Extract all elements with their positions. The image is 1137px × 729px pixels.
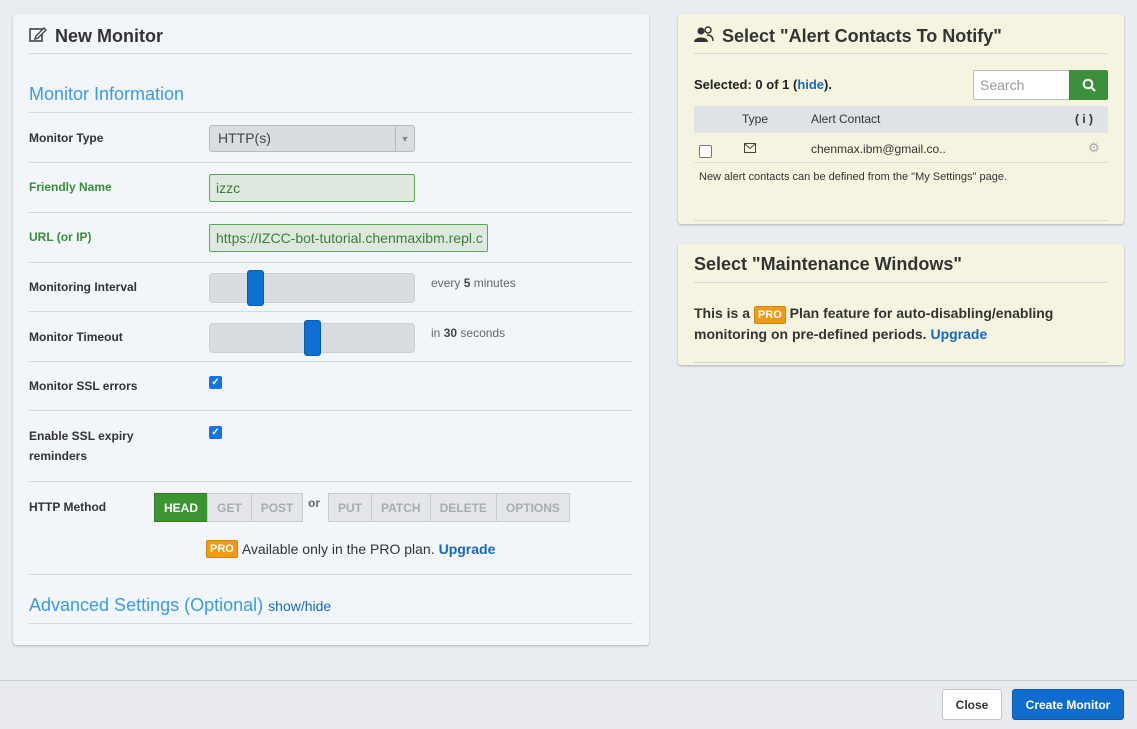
- divider: [29, 212, 633, 213]
- column-type: Type: [742, 112, 769, 126]
- method-put-button[interactable]: PUT: [328, 493, 372, 522]
- pro-note-text: Available only in the PRO plan.: [241, 541, 435, 557]
- timeout-slider[interactable]: [209, 320, 415, 356]
- ssl-expiry-label-line2: reminders: [29, 449, 88, 463]
- maintenance-title: Select "Maintenance Windows": [694, 254, 962, 274]
- timeout-value: 30: [443, 326, 458, 340]
- panel-title-text: New Monitor: [55, 26, 163, 46]
- method-post-button[interactable]: POST: [250, 493, 304, 522]
- contact-email: chenmax.ibm@gmail.co..: [811, 142, 946, 156]
- column-alert-contact: Alert Contact: [811, 112, 881, 126]
- panel-title: New Monitor: [29, 26, 163, 47]
- http-method-group-standard: HEAD GET POST: [154, 493, 304, 522]
- divider: [694, 282, 1108, 283]
- divider: [29, 361, 633, 362]
- upgrade-link[interactable]: Upgrade: [930, 326, 987, 342]
- url-input[interactable]: https://IZCC-bot-tutorial.chenmaxibm.rep…: [209, 224, 488, 252]
- divider: [29, 481, 633, 482]
- interval-value: 5: [463, 276, 471, 290]
- divider: [29, 574, 633, 575]
- selected-suffix: ).: [824, 77, 832, 92]
- section-title: Monitor Information: [29, 84, 185, 104]
- ssl-errors-label: Monitor SSL errors: [29, 379, 138, 393]
- divider: [29, 112, 633, 113]
- ssl-errors-checkbox[interactable]: ✓: [209, 376, 222, 389]
- interval-unit: minutes: [473, 276, 516, 290]
- upgrade-link[interactable]: Upgrade: [439, 541, 496, 557]
- create-monitor-button[interactable]: Create Monitor: [1012, 689, 1124, 720]
- method-options-button[interactable]: OPTIONS: [495, 493, 570, 522]
- monitor-type-select[interactable]: HTTP(s) ▼: [209, 125, 415, 152]
- http-method-group-pro: PUT PATCH DELETE OPTIONS: [328, 493, 570, 522]
- monitor-type-label: Monitor Type: [29, 131, 104, 145]
- divider: [29, 262, 633, 263]
- selected-count: Selected: 0 of 1 (hide).: [694, 77, 832, 92]
- timeout-note: in 30 seconds: [431, 326, 505, 340]
- close-button[interactable]: Close: [942, 689, 1002, 720]
- advanced-settings-title: Advanced Settings (Optional) show/hide: [29, 595, 331, 616]
- timeout-label: Monitor Timeout: [29, 330, 123, 344]
- selected-prefix: Selected: 0 of 1 (: [694, 77, 798, 92]
- new-monitor-panel: New Monitor Monitor Information Monitor …: [13, 14, 649, 645]
- method-head-button[interactable]: HEAD: [154, 493, 209, 522]
- search-button[interactable]: [1069, 70, 1108, 100]
- contact-checkbox[interactable]: [699, 145, 712, 158]
- divider: [29, 311, 633, 312]
- timeout-slider-handle[interactable]: [304, 320, 321, 356]
- timeout-prefix: in: [431, 326, 441, 340]
- divider: [694, 53, 1108, 54]
- interval-label: Monitoring Interval: [29, 280, 137, 294]
- info-icon[interactable]: ( i ): [1075, 112, 1093, 126]
- interval-slider-handle[interactable]: [247, 270, 264, 306]
- divider: [29, 53, 633, 54]
- divider: [694, 362, 1108, 363]
- interval-note: every 5 minutes: [431, 276, 516, 290]
- alert-contacts-panel: Select "Alert Contacts To Notify" Select…: [678, 14, 1124, 224]
- method-delete-button[interactable]: DELETE: [429, 493, 497, 522]
- interval-slider[interactable]: [209, 270, 415, 306]
- advanced-toggle-link[interactable]: show/hide: [268, 598, 331, 614]
- search-icon: [1082, 78, 1096, 92]
- http-method-label: HTTP Method: [29, 500, 107, 514]
- timeout-unit: seconds: [460, 326, 506, 340]
- method-patch-button[interactable]: PATCH: [371, 493, 431, 522]
- hide-link[interactable]: hide: [797, 77, 824, 92]
- divider: [29, 623, 633, 624]
- users-icon: [694, 26, 714, 47]
- divider: [29, 410, 633, 411]
- pro-badge: PRO: [206, 540, 238, 558]
- friendly-name-input[interactable]: izzc: [209, 174, 415, 202]
- method-get-button[interactable]: GET: [207, 493, 252, 522]
- modal-footer: Close Create Monitor: [0, 680, 1137, 729]
- divider: [694, 220, 1108, 221]
- divider: [29, 162, 633, 163]
- alert-contacts-title-text: Select "Alert Contacts To Notify": [722, 26, 1002, 46]
- maintenance-text-before: This is a: [694, 305, 751, 321]
- or-text: or: [308, 496, 320, 510]
- monitor-type-value: HTTP(s): [218, 130, 271, 146]
- edit-icon: [29, 26, 47, 47]
- contacts-table-header: Type Alert Contact ( i ): [694, 106, 1108, 133]
- friendly-name-label: Friendly Name: [29, 180, 112, 194]
- interval-prefix: every: [431, 276, 461, 290]
- advanced-settings-text: Advanced Settings (Optional): [29, 595, 264, 615]
- contacts-note: New alert contacts can be defined from t…: [699, 171, 1008, 183]
- alert-contacts-title: Select "Alert Contacts To Notify": [694, 26, 1002, 47]
- url-label: URL (or IP): [29, 230, 92, 244]
- pro-note: PRO Available only in the PRO plan. Upgr…: [206, 540, 495, 558]
- table-row: chenmax.ibm@gmail.co.. ⚙: [694, 135, 1108, 163]
- ssl-expiry-label: Enable SSL expiry reminders: [29, 426, 134, 466]
- maintenance-panel: Select "Maintenance Windows" This is a P…: [678, 244, 1124, 365]
- search-input[interactable]: Search: [973, 70, 1070, 100]
- maintenance-text: This is a PRO Plan feature for auto-disa…: [694, 303, 1094, 344]
- ssl-expiry-label-line1: Enable SSL expiry: [29, 429, 134, 443]
- chevron-down-icon: ▼: [395, 126, 414, 151]
- pro-badge: PRO: [753, 306, 786, 324]
- gear-icon[interactable]: ⚙: [1088, 140, 1100, 156]
- ssl-expiry-checkbox[interactable]: ✓: [209, 426, 222, 439]
- mail-icon: [744, 142, 756, 156]
